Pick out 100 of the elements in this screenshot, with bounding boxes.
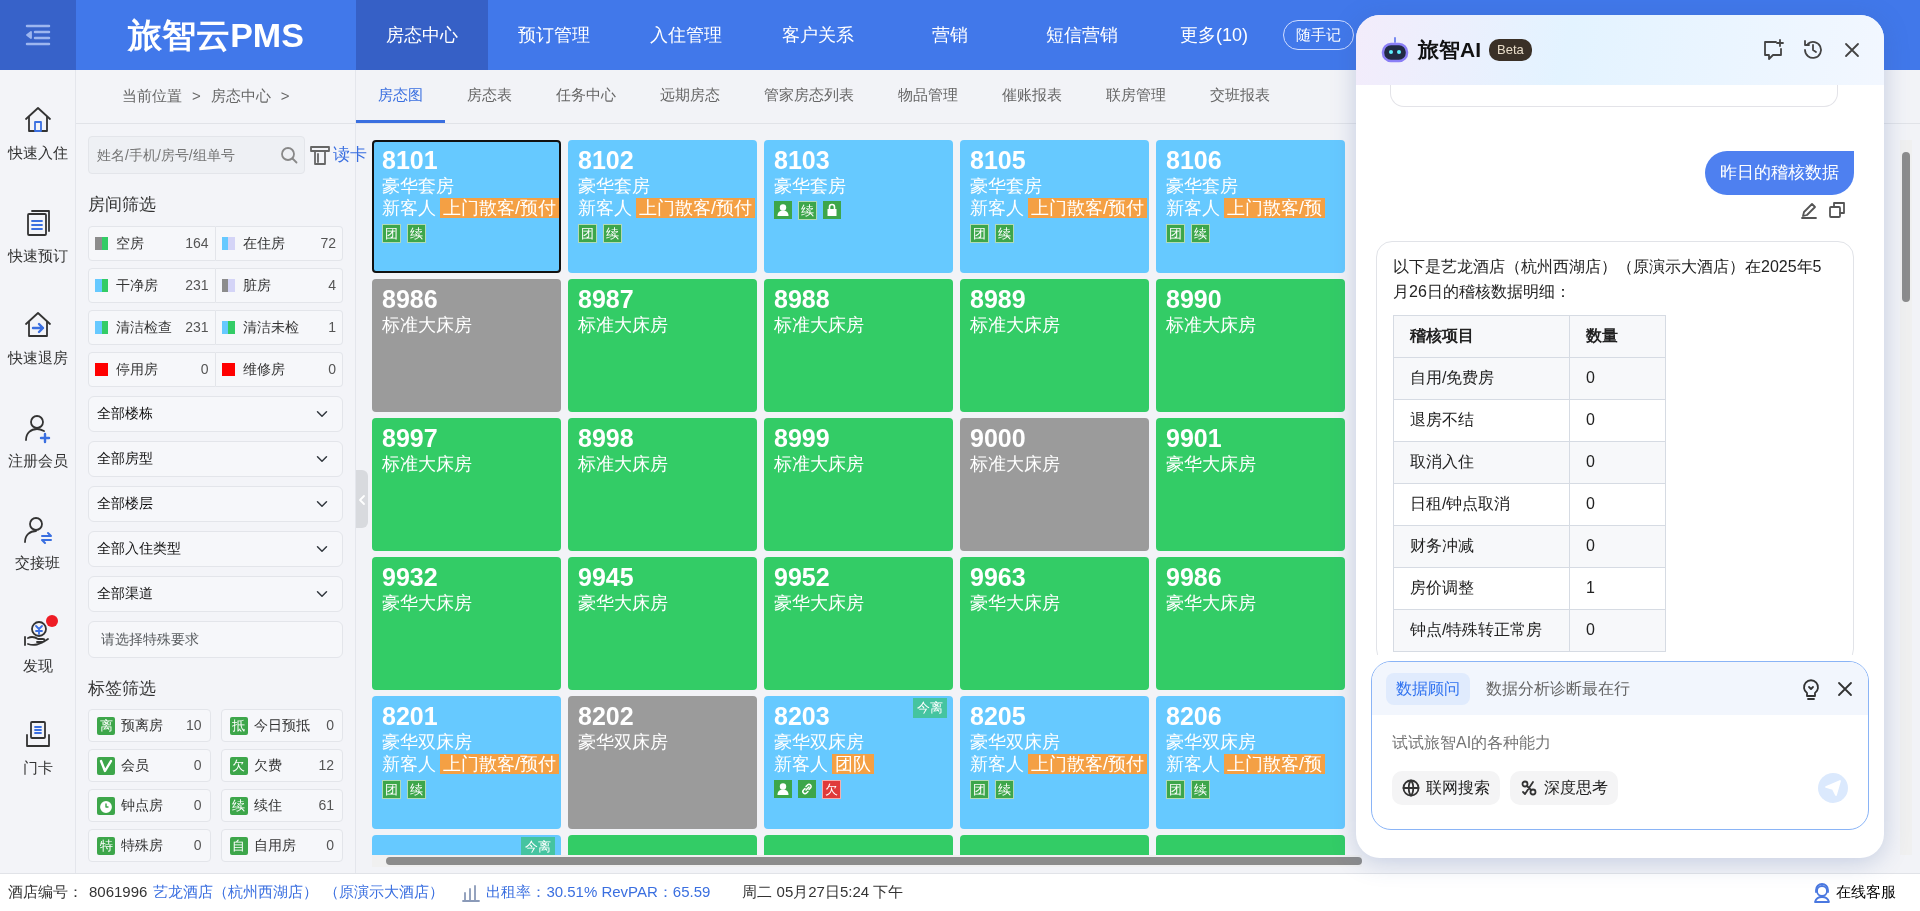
tag-filter-item[interactable]: 钟点房 0 (88, 789, 211, 822)
vertical-scrollbar[interactable] (1900, 140, 1912, 855)
room-tile[interactable]: 8202 豪华双床房 (568, 696, 757, 829)
room-number: 8990 (1166, 286, 1222, 314)
tag-filter-item[interactable]: 离 预离房 10 (88, 709, 211, 742)
sub-tab[interactable]: 任务中心 (534, 70, 638, 123)
table-cell: 自用/免费房 (1393, 357, 1570, 400)
sub-tab[interactable]: 交班报表 (1188, 70, 1292, 123)
status-filter-item[interactable]: 清洁未检 1 (215, 309, 343, 345)
room-tile[interactable]: 8102 豪华套房 新客人 上门散客/预付 团 续 (568, 140, 757, 273)
room-number: 9986 (1166, 564, 1222, 592)
nav-tab[interactable]: 短信营销 (1016, 0, 1148, 70)
room-tile[interactable]: 8203 豪华双床房 新客人 团队 欠 今离 (764, 696, 953, 829)
sub-tab[interactable]: 管家房态列表 (742, 70, 876, 123)
sub-tab[interactable]: 物品管理 (876, 70, 980, 123)
close-icon[interactable] (1836, 679, 1854, 698)
status-filter-item[interactable]: 维修房 0 (215, 351, 343, 387)
room-number: 8105 (970, 147, 1026, 175)
sidebar-item[interactable]: 门卡 (0, 719, 76, 780)
tag-filter-item[interactable]: 自 自用房 0 (220, 829, 343, 862)
menu-icon[interactable] (25, 24, 51, 46)
room-tile[interactable]: 9000 标准大床房 (960, 418, 1149, 551)
room-type: 标准大床房 (774, 313, 864, 336)
room-type: 豪华套房 (774, 174, 846, 197)
special-request-field[interactable]: 请选择特殊要求 (88, 620, 343, 658)
mode-tab[interactable]: 数据顾问 (1386, 672, 1470, 705)
filter-select[interactable]: 全部入住类型 (88, 530, 343, 567)
nav-tab[interactable]: 预订管理 (488, 0, 620, 70)
tool-button[interactable]: 联网搜索 (1392, 771, 1500, 805)
room-number: 8103 (774, 147, 830, 175)
read-card-button[interactable]: 读卡 (309, 142, 367, 168)
sub-tab[interactable]: 催账报表 (980, 70, 1084, 123)
filter-count: 231 (185, 317, 209, 337)
sub-tab[interactable]: 联房管理 (1084, 70, 1188, 123)
collapse-handle[interactable] (356, 470, 368, 528)
filter-label: 自用房 (253, 836, 296, 855)
status-tag: 欠 (822, 779, 841, 799)
filter-count: 164 (185, 233, 209, 253)
scrollbar-thumb[interactable] (1902, 152, 1910, 302)
pencil-icon[interactable] (1800, 200, 1818, 219)
close-icon[interactable] (1842, 40, 1862, 60)
status-filter-item[interactable]: 在住房 72 (215, 225, 343, 261)
status-filter-item[interactable]: 清洁检查 231 (88, 309, 216, 345)
sidebar-item[interactable]: 交接班 (0, 514, 76, 575)
nav-tab[interactable]: 入住管理 (620, 0, 752, 70)
room-tile[interactable]: 8205 豪华双床房 新客人 上门散客/预付 团 续 (960, 696, 1149, 829)
tag-filter-item[interactable]: 特 特殊房 0 (88, 829, 211, 862)
room-number: 8999 (774, 425, 830, 453)
room-number: 8203 (774, 703, 830, 731)
table-cell: 退房不结 (1393, 399, 1570, 442)
status-filter-item[interactable]: 停用房 0 (88, 351, 216, 387)
room-tile[interactable]: 8101 豪华套房 新客人 上门散客/预付 团 续 (372, 140, 561, 273)
copy-icon[interactable] (1828, 200, 1846, 219)
horizontal-scrollbar[interactable] (372, 855, 1362, 867)
room-tile[interactable]: 8103 豪华套房 续 (764, 140, 953, 273)
nav-tab[interactable]: 营销 (884, 0, 1016, 70)
filter-select[interactable]: 全部渠道 (88, 575, 343, 612)
sub-tab[interactable]: 远期房态 (638, 70, 742, 123)
card-reader-icon (309, 144, 331, 166)
status-filter-item[interactable]: 脏房 4 (215, 267, 343, 303)
sidebar-item[interactable]: 快速退房 (0, 309, 76, 370)
new-chat-icon[interactable] (1762, 39, 1784, 61)
sub-tab[interactable]: 房态图 (356, 70, 445, 123)
nav-tab[interactable]: 客户关系 (752, 0, 884, 70)
room-number: 9000 (970, 425, 1026, 453)
filter-select[interactable]: 全部房型 (88, 440, 343, 477)
filter-select[interactable]: 全部楼层 (88, 485, 343, 522)
sidebar-item[interactable]: 快速入住 (0, 104, 76, 165)
sub-tab[interactable]: 房态表 (445, 70, 534, 123)
status-tag: 续 (407, 223, 426, 243)
filter-select[interactable]: 全部楼栋 (88, 395, 343, 432)
tag-filter-item[interactable]: 抵 今日预抵 0 (220, 709, 343, 742)
search-field[interactable]: 姓名/手机/房号/组单号 (88, 136, 305, 174)
search-icon[interactable] (280, 146, 298, 164)
history-icon[interactable] (1802, 39, 1824, 61)
room-tile[interactable]: 8201 豪华双床房 新客人 上门散客/预付 团 续 (372, 696, 561, 829)
tag-filter-item[interactable]: 会员 0 (88, 749, 211, 782)
room-tile[interactable]: 8105 豪华套房 新客人 上门散客/预付 团 续 (960, 140, 1149, 273)
departure-tag: 今离 (913, 698, 947, 718)
sidebar-item[interactable]: 发现 (0, 616, 76, 677)
lightbulb-icon[interactable] (1802, 677, 1820, 700)
chat-composer[interactable]: 数据顾问 数据分析诊断最在行 试试旅智AI的各种能力 联网搜索 深度思考 (1371, 661, 1869, 830)
status-filter-item[interactable]: 空房 164 (88, 225, 216, 261)
scrollbar-thumb[interactable] (386, 857, 1362, 865)
sidebar-item[interactable]: 快速预订 (0, 206, 76, 267)
sidebar-item[interactable]: 注册会员 (0, 411, 76, 472)
room-tile[interactable]: 8986 标准大床房 (372, 279, 561, 412)
room-type: 标准大床房 (578, 313, 668, 336)
search-input[interactable]: 姓名/手机/房号/组单号 (95, 143, 280, 167)
paper-plane-icon (1825, 780, 1841, 796)
tool-button[interactable]: 深度思考 (1510, 771, 1618, 805)
room-tile[interactable]: 8206 豪华双床房 新客人 上门散客/预 团 续 (1156, 696, 1345, 829)
tag-filter-item[interactable]: 欠 欠费 12 (220, 749, 343, 782)
guest-name: 新客人 (774, 754, 828, 774)
status-filter-item[interactable]: 干净房 231 (88, 267, 216, 303)
nav-tab[interactable]: 房态中心 (356, 0, 488, 70)
tag-filter-item[interactable]: 续 续住 61 (220, 789, 343, 822)
online-support-link[interactable]: 在线客服 (1812, 881, 1896, 904)
room-tile[interactable]: 8106 豪华套房 新客人 上门散客/预 团 续 (1156, 140, 1345, 273)
nav-tab[interactable]: 更多(10) (1148, 0, 1280, 70)
